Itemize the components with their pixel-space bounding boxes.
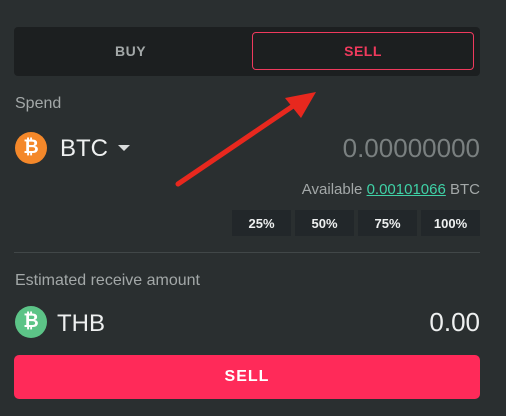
percent-selector: 25% 50% 75% 100%: [232, 210, 480, 236]
receive-amount: 0.00: [429, 307, 480, 337]
thb-coin-icon: ₿: [15, 306, 47, 338]
percent-100-button[interactable]: 100%: [421, 210, 480, 236]
spend-amount-input[interactable]: [240, 133, 480, 164]
spend-coin-symbol[interactable]: BTC: [60, 135, 108, 163]
buy-sell-toggle: BUY SELL: [14, 27, 480, 76]
available-balance-link[interactable]: 0.00101066: [367, 181, 446, 198]
percent-50-button[interactable]: 50%: [295, 210, 354, 236]
spend-label: Spend: [15, 95, 62, 112]
divider: [14, 252, 480, 253]
receive-coin-symbol: THB: [57, 310, 105, 337]
available-prefix: Available: [301, 181, 363, 198]
sell-button[interactable]: SELL: [14, 355, 480, 399]
receive-label: Estimated receive amount: [15, 272, 200, 289]
percent-75-button[interactable]: 75%: [358, 210, 417, 236]
available-balance: Available 0.00101066 BTC: [302, 181, 480, 198]
coin-dropdown-caret-icon[interactable]: [118, 145, 130, 151]
available-unit: BTC: [450, 181, 480, 198]
bitcoin-icon: ₿: [15, 132, 47, 164]
percent-25-button[interactable]: 25%: [232, 210, 291, 236]
tab-sell[interactable]: SELL: [252, 32, 474, 70]
tab-buy[interactable]: BUY: [20, 32, 241, 70]
